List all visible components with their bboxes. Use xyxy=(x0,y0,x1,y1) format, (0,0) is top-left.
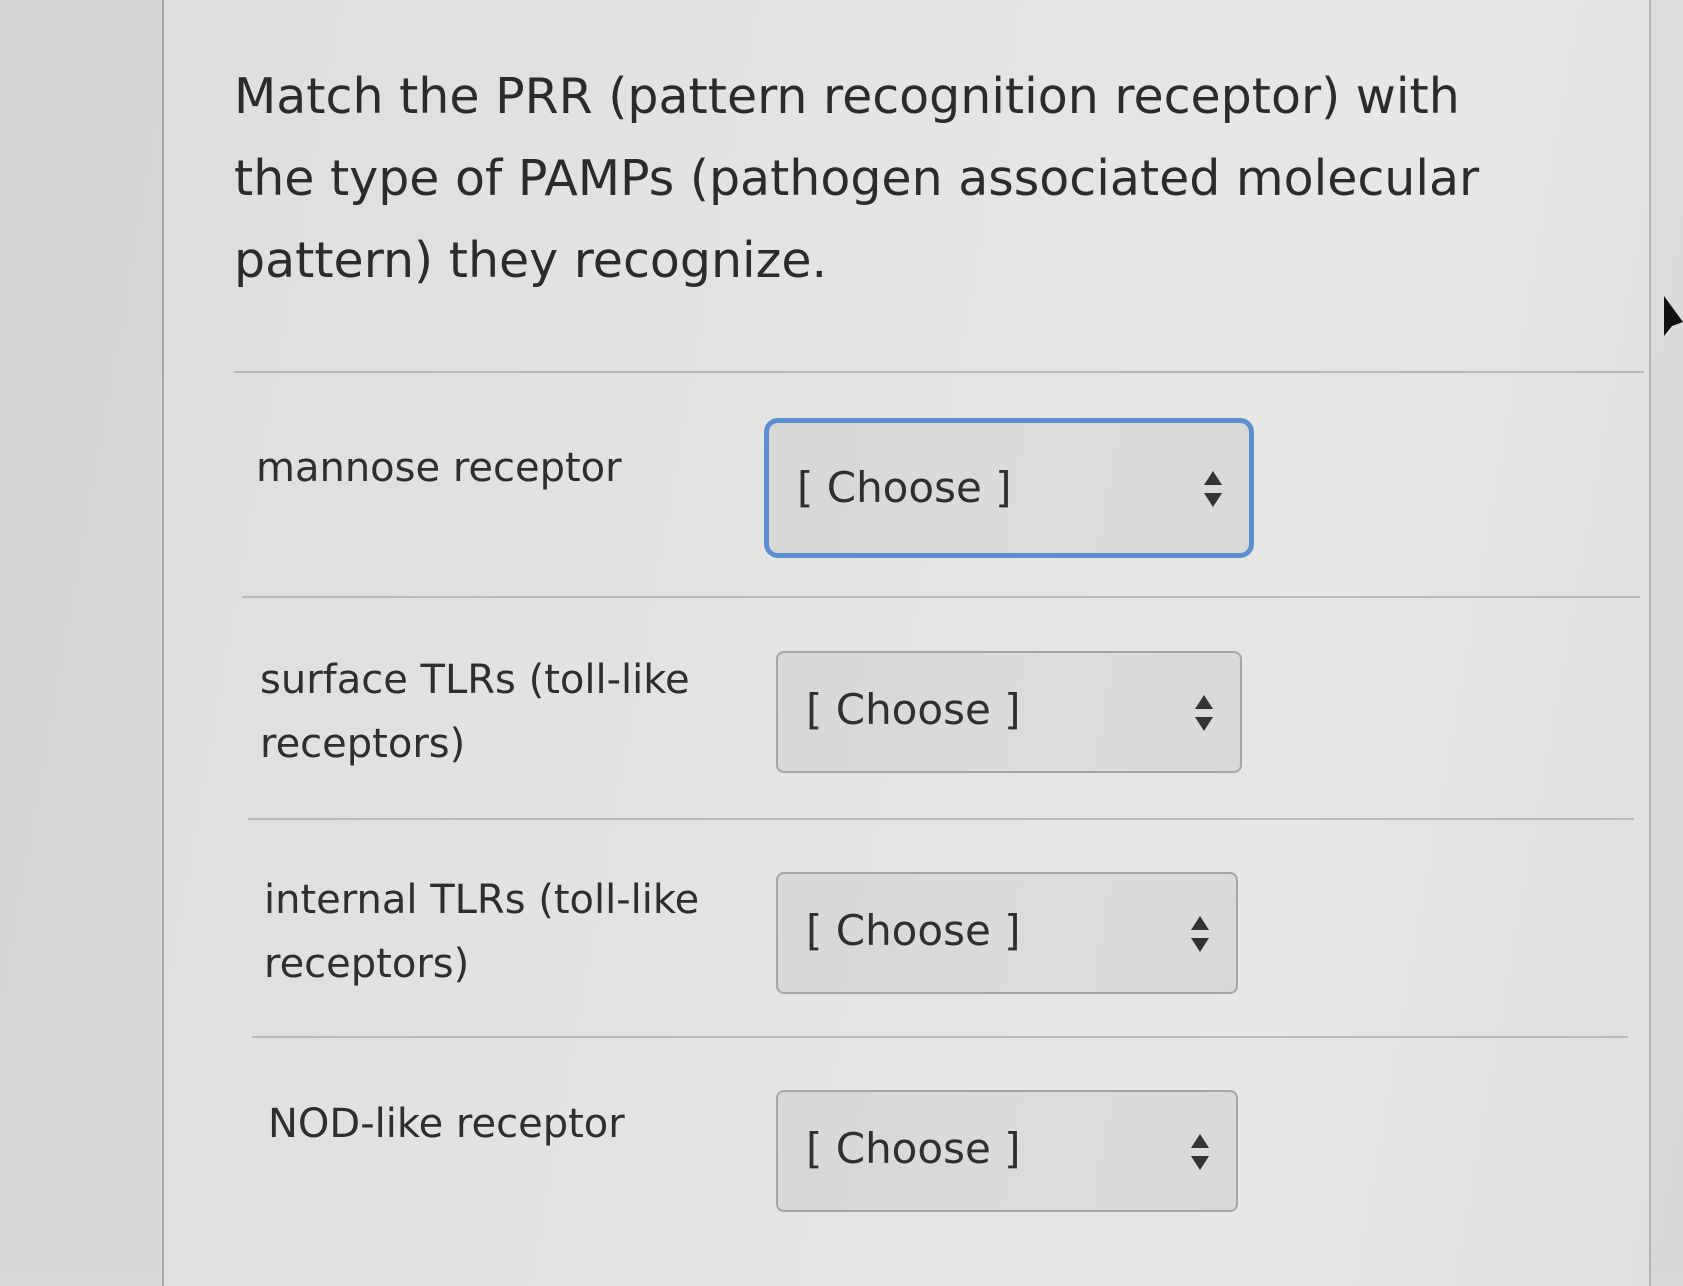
up-down-caret-icon xyxy=(1194,693,1214,733)
divider xyxy=(248,818,1634,820)
divider xyxy=(252,1036,1628,1038)
up-down-caret-icon xyxy=(1190,914,1210,954)
up-down-caret-icon xyxy=(1190,1132,1210,1172)
mouse-pointer-icon xyxy=(1664,296,1683,344)
match-select-internal-tlrs[interactable]: [ Choose ] xyxy=(776,872,1238,994)
select-value: [ Choose ] xyxy=(806,685,1021,734)
select-value: [ Choose ] xyxy=(797,463,1012,512)
match-select-mannose-receptor[interactable]: [ Choose ] xyxy=(764,418,1254,558)
match-select-surface-tlrs[interactable]: [ Choose ] xyxy=(776,651,1242,773)
quiz-question-card: Match the PRR (pattern recognition recep… xyxy=(162,0,1651,1286)
row-label-nod-like-receptor: NOD-like receptor xyxy=(268,1101,625,1147)
up-down-caret-icon xyxy=(1203,469,1223,509)
match-select-nod-like-receptor[interactable]: [ Choose ] xyxy=(776,1090,1238,1212)
row-label-internal-tlrs: internal TLRs (toll-like receptors) xyxy=(264,877,700,987)
select-value: [ Choose ] xyxy=(806,1124,1021,1173)
select-value: [ Choose ] xyxy=(806,906,1021,955)
question-text: Match the PRR (pattern recognition recep… xyxy=(234,68,1480,289)
page-background: Match the PRR (pattern recognition recep… xyxy=(0,0,1683,1286)
divider xyxy=(242,596,1640,598)
divider xyxy=(234,371,1644,373)
row-label-mannose-receptor: mannose receptor xyxy=(256,445,622,491)
row-label-surface-tlrs: surface TLRs (toll-like receptors) xyxy=(260,657,690,767)
